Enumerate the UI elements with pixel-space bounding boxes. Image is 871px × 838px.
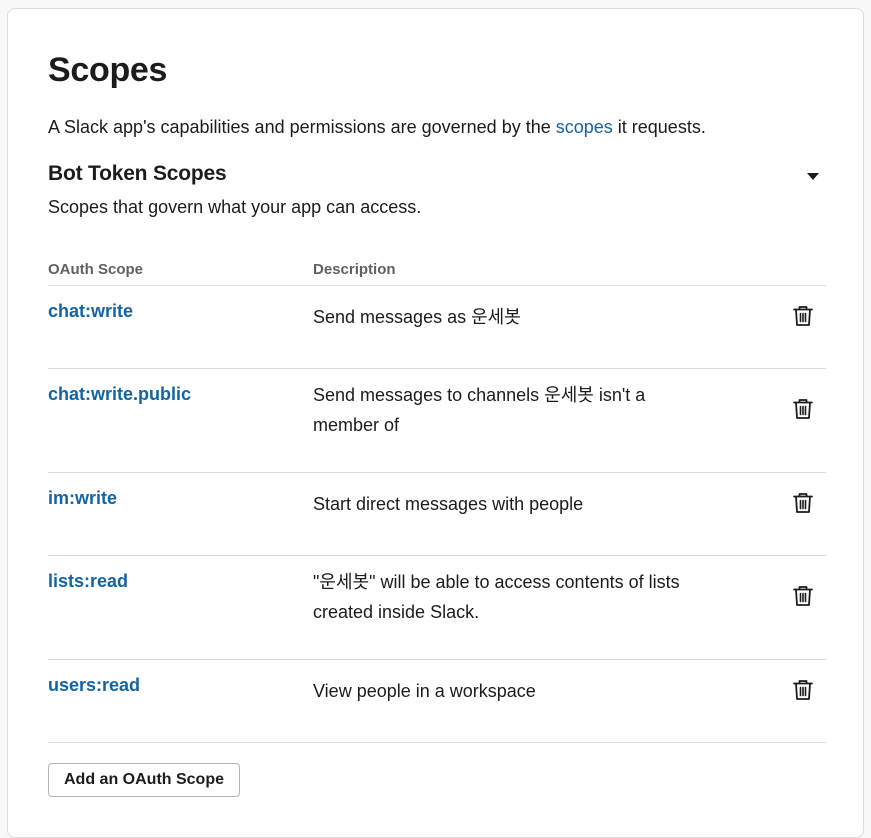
delete-scope-button[interactable] — [790, 583, 816, 609]
table-row: chat:write Send messages as 운세봇 — [48, 286, 826, 369]
table-header: OAuth Scope Description — [48, 253, 826, 286]
scope-name-link[interactable]: chat:write — [48, 301, 133, 322]
table-row: users:read View people in a workspace — [48, 660, 826, 743]
trash-icon — [793, 493, 813, 513]
scope-description: Send messages to channels 운세봇 isn't a me… — [313, 385, 646, 435]
column-header-scope: OAuth Scope — [48, 261, 144, 278]
table-row: lists:read "운세봇" will be able to access … — [48, 556, 826, 660]
scope-name-link[interactable]: im:write — [48, 488, 117, 509]
trash-icon — [793, 680, 813, 700]
delete-scope-button[interactable] — [790, 490, 816, 516]
table-row: im:write Start direct messages with peop… — [48, 473, 826, 556]
column-header-description: Description — [313, 261, 396, 278]
add-oauth-scope-button[interactable]: Add an OAuth Scope — [48, 763, 240, 797]
page-title: Scopes — [48, 51, 168, 89]
scope-name-link[interactable]: users:read — [48, 675, 140, 696]
trash-icon — [793, 399, 813, 419]
scope-description: "운세봇" will be able to access contents of… — [313, 572, 680, 622]
scope-description: View people in a workspace — [313, 681, 536, 701]
delete-scope-button[interactable] — [790, 303, 816, 329]
intro-text-after: it requests. — [612, 117, 706, 137]
scope-name-link[interactable]: lists:read — [48, 571, 128, 592]
trash-icon — [793, 586, 813, 606]
table-row: chat:write.public Send messages to chann… — [48, 369, 826, 473]
delete-scope-button[interactable] — [790, 396, 816, 422]
section-title: Bot Token Scopes — [48, 162, 227, 185]
intro-text: A Slack app's capabilities and permissio… — [48, 115, 706, 139]
scopes-link[interactable]: scopes — [556, 117, 613, 137]
scopes-table: OAuth Scope Description chat:write Send … — [48, 253, 826, 743]
scopes-card: Scopes A Slack app's capabilities and pe… — [7, 8, 864, 838]
caret-down-icon — [807, 173, 819, 180]
scope-description: Start direct messages with people — [313, 494, 584, 514]
delete-scope-button[interactable] — [790, 677, 816, 703]
trash-icon — [793, 306, 813, 326]
intro-text-before: A Slack app's capabilities and permissio… — [48, 117, 556, 137]
collapse-toggle-button[interactable] — [805, 169, 821, 185]
scope-name-link[interactable]: chat:write.public — [48, 384, 191, 405]
section-subtitle: Scopes that govern what your app can acc… — [48, 197, 422, 217]
scope-description: Send messages as 운세봇 — [313, 307, 521, 327]
